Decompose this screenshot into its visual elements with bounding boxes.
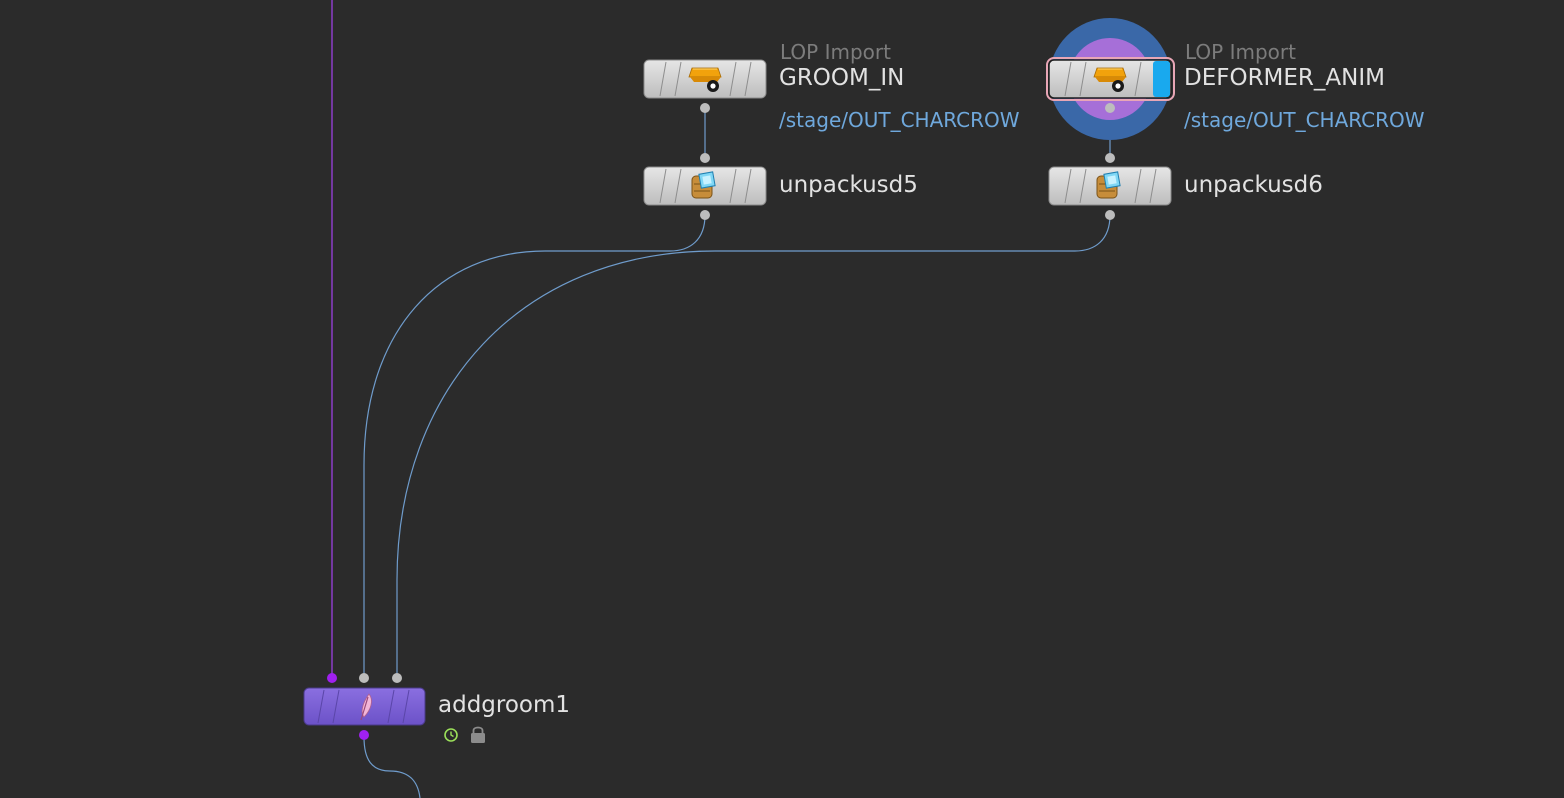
unpackusd6-name-label[interactable]: unpackusd6 (1184, 174, 1323, 197)
unpackusd5-input-port[interactable] (700, 153, 710, 163)
addgroom1-input-port-1[interactable] (327, 673, 337, 683)
addgroom1-output-port[interactable] (359, 730, 369, 740)
groom-in-name-label[interactable]: GROOM_IN (779, 67, 904, 90)
time-dependent-icon (444, 728, 458, 742)
unpack-usd-icon (691, 171, 716, 199)
groom-in-output-port[interactable] (700, 103, 710, 113)
addgroom1-input-port-2[interactable] (359, 673, 369, 683)
network-editor-canvas[interactable]: LOP Import GROOM_IN /stage/OUT_CHARCROW … (0, 0, 1564, 798)
wire-unpackusd6-to-addgroom1[interactable] (396, 214, 1111, 676)
groom-in-type-label: LOP Import (780, 40, 891, 64)
unpackusd5-output-port[interactable] (700, 210, 710, 220)
unpack-usd-icon (1096, 171, 1121, 199)
lock-icon (471, 726, 485, 743)
node-groom-in[interactable] (643, 59, 767, 99)
node-deformer-anim[interactable] (1046, 57, 1175, 101)
addgroom1-name-label[interactable]: addgroom1 (438, 694, 570, 717)
deformer-anim-path-label: /stage/OUT_CHARCROW (1184, 108, 1425, 132)
wire-unpackusd5-to-addgroom1[interactable] (363, 214, 706, 676)
node-unpackusd6[interactable] (1048, 166, 1172, 206)
node-unpackusd5[interactable] (643, 166, 767, 206)
deformer-anim-name-label[interactable]: DEFORMER_ANIM (1184, 67, 1385, 90)
groom-in-path-label: /stage/OUT_CHARCROW (779, 108, 1020, 132)
unpackusd6-output-port[interactable] (1105, 210, 1115, 220)
unpackusd6-input-port[interactable] (1105, 153, 1115, 163)
display-flag[interactable] (1153, 61, 1170, 97)
unpackusd5-name-label[interactable]: unpackusd5 (779, 174, 918, 197)
deformer-anim-output-port[interactable] (1105, 103, 1115, 113)
node-addgroom1[interactable] (303, 687, 426, 726)
addgroom1-input-port-3[interactable] (392, 673, 402, 683)
deformer-anim-type-label: LOP Import (1185, 40, 1296, 64)
wire-addgroom1-output[interactable] (363, 736, 421, 798)
